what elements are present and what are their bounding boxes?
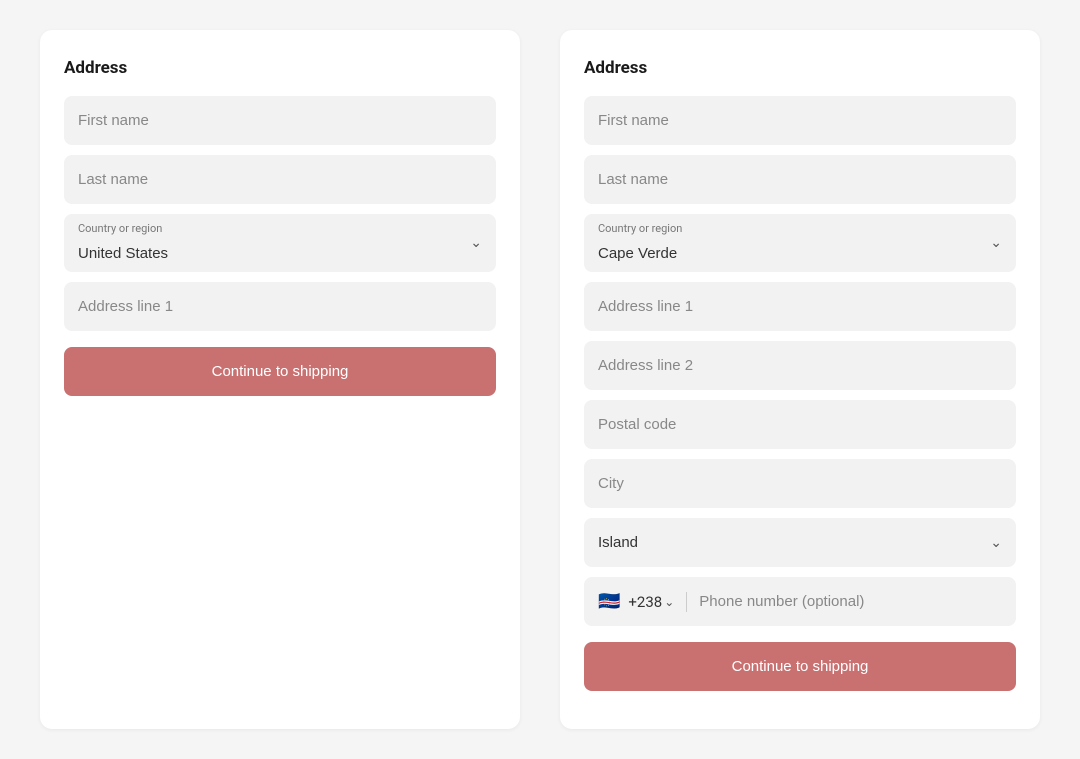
right-phone-divider: [686, 592, 687, 612]
left-first-name-group: [64, 96, 496, 145]
left-country-label: Country or region: [64, 214, 496, 235]
right-country-group: Country or region Cape Verde ⌄: [584, 214, 1016, 272]
left-submit-group: Continue to shipping: [64, 341, 496, 396]
right-phone-input[interactable]: [699, 577, 1002, 626]
left-country-select[interactable]: United States: [64, 235, 496, 272]
left-form-card: Address Country or region United States …: [40, 30, 520, 729]
left-address-line1-input[interactable]: [64, 282, 496, 331]
right-last-name-input[interactable]: [584, 155, 1016, 204]
right-first-name-input[interactable]: [584, 96, 1016, 145]
right-form-card: Address Country or region Cape Verde ⌄: [560, 30, 1040, 729]
right-country-select-wrapper: Country or region Cape Verde ⌄: [584, 214, 1016, 272]
right-form-title: Address: [584, 58, 1016, 78]
page-container: Address Country or region United States …: [20, 30, 1060, 729]
right-postal-code-group: [584, 400, 1016, 449]
right-postal-code-input[interactable]: [584, 400, 1016, 449]
right-phone-row: 🇨🇻 +238 ⌄: [584, 577, 1016, 626]
right-address-line2-group: [584, 341, 1016, 390]
right-island-select[interactable]: Island: [584, 518, 1016, 567]
right-first-name-group: [584, 96, 1016, 145]
right-address-line1-input[interactable]: [584, 282, 1016, 331]
right-island-group: Island ⌄: [584, 518, 1016, 567]
right-country-select[interactable]: Cape Verde: [584, 235, 1016, 272]
right-city-group: [584, 459, 1016, 508]
right-address-line1-group: [584, 282, 1016, 331]
right-last-name-group: [584, 155, 1016, 204]
right-submit-group: Continue to shipping: [584, 636, 1016, 691]
right-continue-button[interactable]: Continue to shipping: [584, 642, 1016, 691]
left-country-select-wrapper: Country or region United States ⌄: [64, 214, 496, 272]
left-continue-button[interactable]: Continue to shipping: [64, 347, 496, 396]
right-phone-code[interactable]: +238 ⌄: [628, 593, 674, 611]
left-address-line1-group: [64, 282, 496, 331]
right-country-label: Country or region: [584, 214, 1016, 235]
right-phone-code-chevron-icon: ⌄: [664, 595, 674, 609]
left-country-group: Country or region United States ⌄: [64, 214, 496, 272]
left-last-name-group: [64, 155, 496, 204]
right-phone-flag-icon: 🇨🇻: [598, 591, 620, 612]
right-city-input[interactable]: [584, 459, 1016, 508]
right-phone-code-number: +238: [628, 593, 662, 611]
left-form-title: Address: [64, 58, 496, 78]
right-address-line2-input[interactable]: [584, 341, 1016, 390]
left-last-name-input[interactable]: [64, 155, 496, 204]
left-first-name-input[interactable]: [64, 96, 496, 145]
right-island-select-wrapper: Island ⌄: [584, 518, 1016, 567]
right-phone-group: 🇨🇻 +238 ⌄: [584, 577, 1016, 626]
